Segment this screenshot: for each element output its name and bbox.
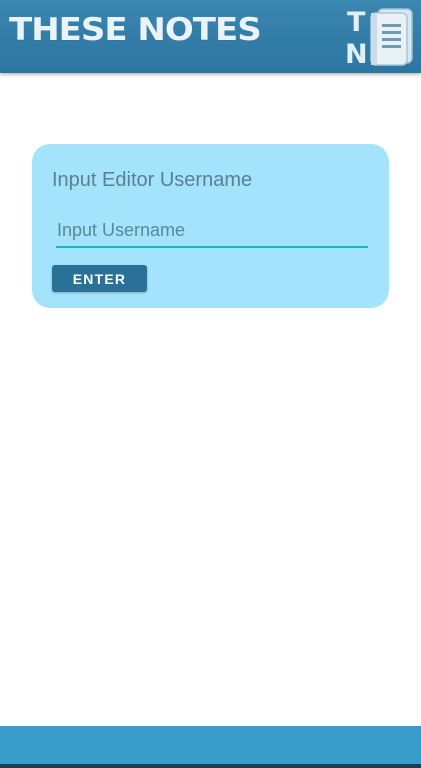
app-header: These Notes T N — [0, 0, 421, 73]
bottom-bar — [0, 726, 421, 764]
username-input[interactable] — [56, 214, 368, 248]
app-screen: These Notes T N Input Editor Username EN… — [0, 0, 421, 768]
card-title: Input Editor Username — [52, 169, 253, 191]
bottom-edge — [0, 764, 421, 768]
app-title: These Notes — [9, 11, 262, 49]
logo-letter-t: T — [347, 7, 366, 38]
enter-button[interactable]: ENTER — [52, 265, 147, 292]
username-card: Input Editor Username ENTER — [32, 144, 389, 308]
notebook-icon: T N — [345, 7, 413, 66]
logo-letter-n: N — [345, 39, 368, 66]
